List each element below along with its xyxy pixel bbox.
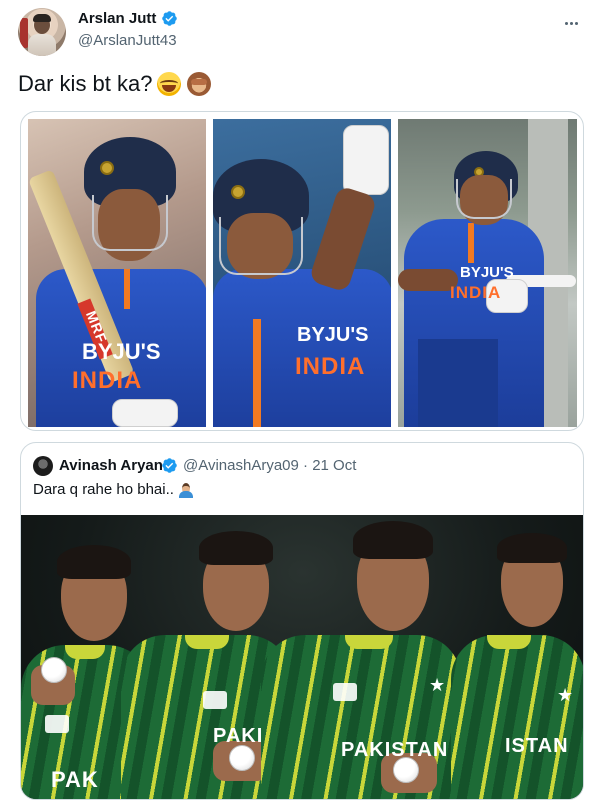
quoted-author-avatar[interactable] [33, 456, 53, 476]
jersey-text-2: INDIA [295, 353, 366, 380]
see-no-evil-monkey-icon [186, 72, 211, 96]
quoted-tweet-date[interactable]: 21 Oct [312, 457, 356, 474]
india-player-1-photo[interactable]: BYJU'S INDIA MRF [28, 119, 206, 427]
tweet-text-content: Dar kis bt ka? [18, 71, 153, 96]
jersey-sponsor-2: BYJU'S [297, 324, 369, 346]
author-handle[interactable]: @ArslanJutt43 [78, 32, 177, 49]
author-name-row[interactable]: Arslan Jutt [78, 10, 178, 27]
jersey-text-pk-1: PAK [51, 767, 99, 792]
pakistan-players-photo[interactable]: PAK PAKIS ★ PAKISTAN ★ ISTAN [21, 515, 583, 799]
tweet-header: Arslan Jutt @ArslanJutt43 [18, 8, 588, 58]
jersey-text-pk-4: ISTAN [505, 735, 569, 757]
tweet-media-grid: BYJU'S INDIA MRF BYJU'S INDIA BYJU'S IND… [20, 111, 584, 431]
quoted-tweet-text: Dara q rahe ho bhai.. [33, 481, 194, 498]
man-shrugging-icon [178, 482, 194, 498]
face-with-tears-of-joy-icon [156, 72, 181, 96]
author-avatar[interactable] [18, 8, 66, 56]
more-horizontal-icon[interactable] [560, 12, 582, 34]
india-player-3-photo[interactable]: BYJU'S INDIA [398, 119, 577, 427]
india-player-2-photo[interactable]: BYJU'S INDIA [213, 119, 391, 427]
jersey-text-1: INDIA [72, 367, 143, 394]
jersey-sponsor-3: BYJU'S [460, 264, 514, 281]
quoted-author-handle[interactable]: @AvinashArya09 [183, 457, 299, 474]
author-display-name[interactable]: Arslan Jutt [78, 10, 156, 27]
verified-badge-icon [162, 11, 178, 26]
quoted-author-handle-and-date: @AvinashArya09 · 21 Oct [183, 457, 356, 474]
jersey-text-3: INDIA [450, 283, 502, 302]
quoted-author-display-name[interactable]: Avinash Aryan [59, 457, 163, 474]
quoted-tweet-text-content: Dara q rahe ho bhai.. [33, 481, 174, 498]
tweet-text: Dar kis bt ka? [18, 71, 211, 97]
verified-badge-icon [162, 458, 177, 473]
quoted-tweet[interactable]: Avinash Aryan @AvinashArya09 · 21 Oct Da… [20, 442, 584, 800]
jersey-text-pk-3: PAKISTAN [341, 739, 449, 761]
separator-dot: · [303, 457, 309, 474]
